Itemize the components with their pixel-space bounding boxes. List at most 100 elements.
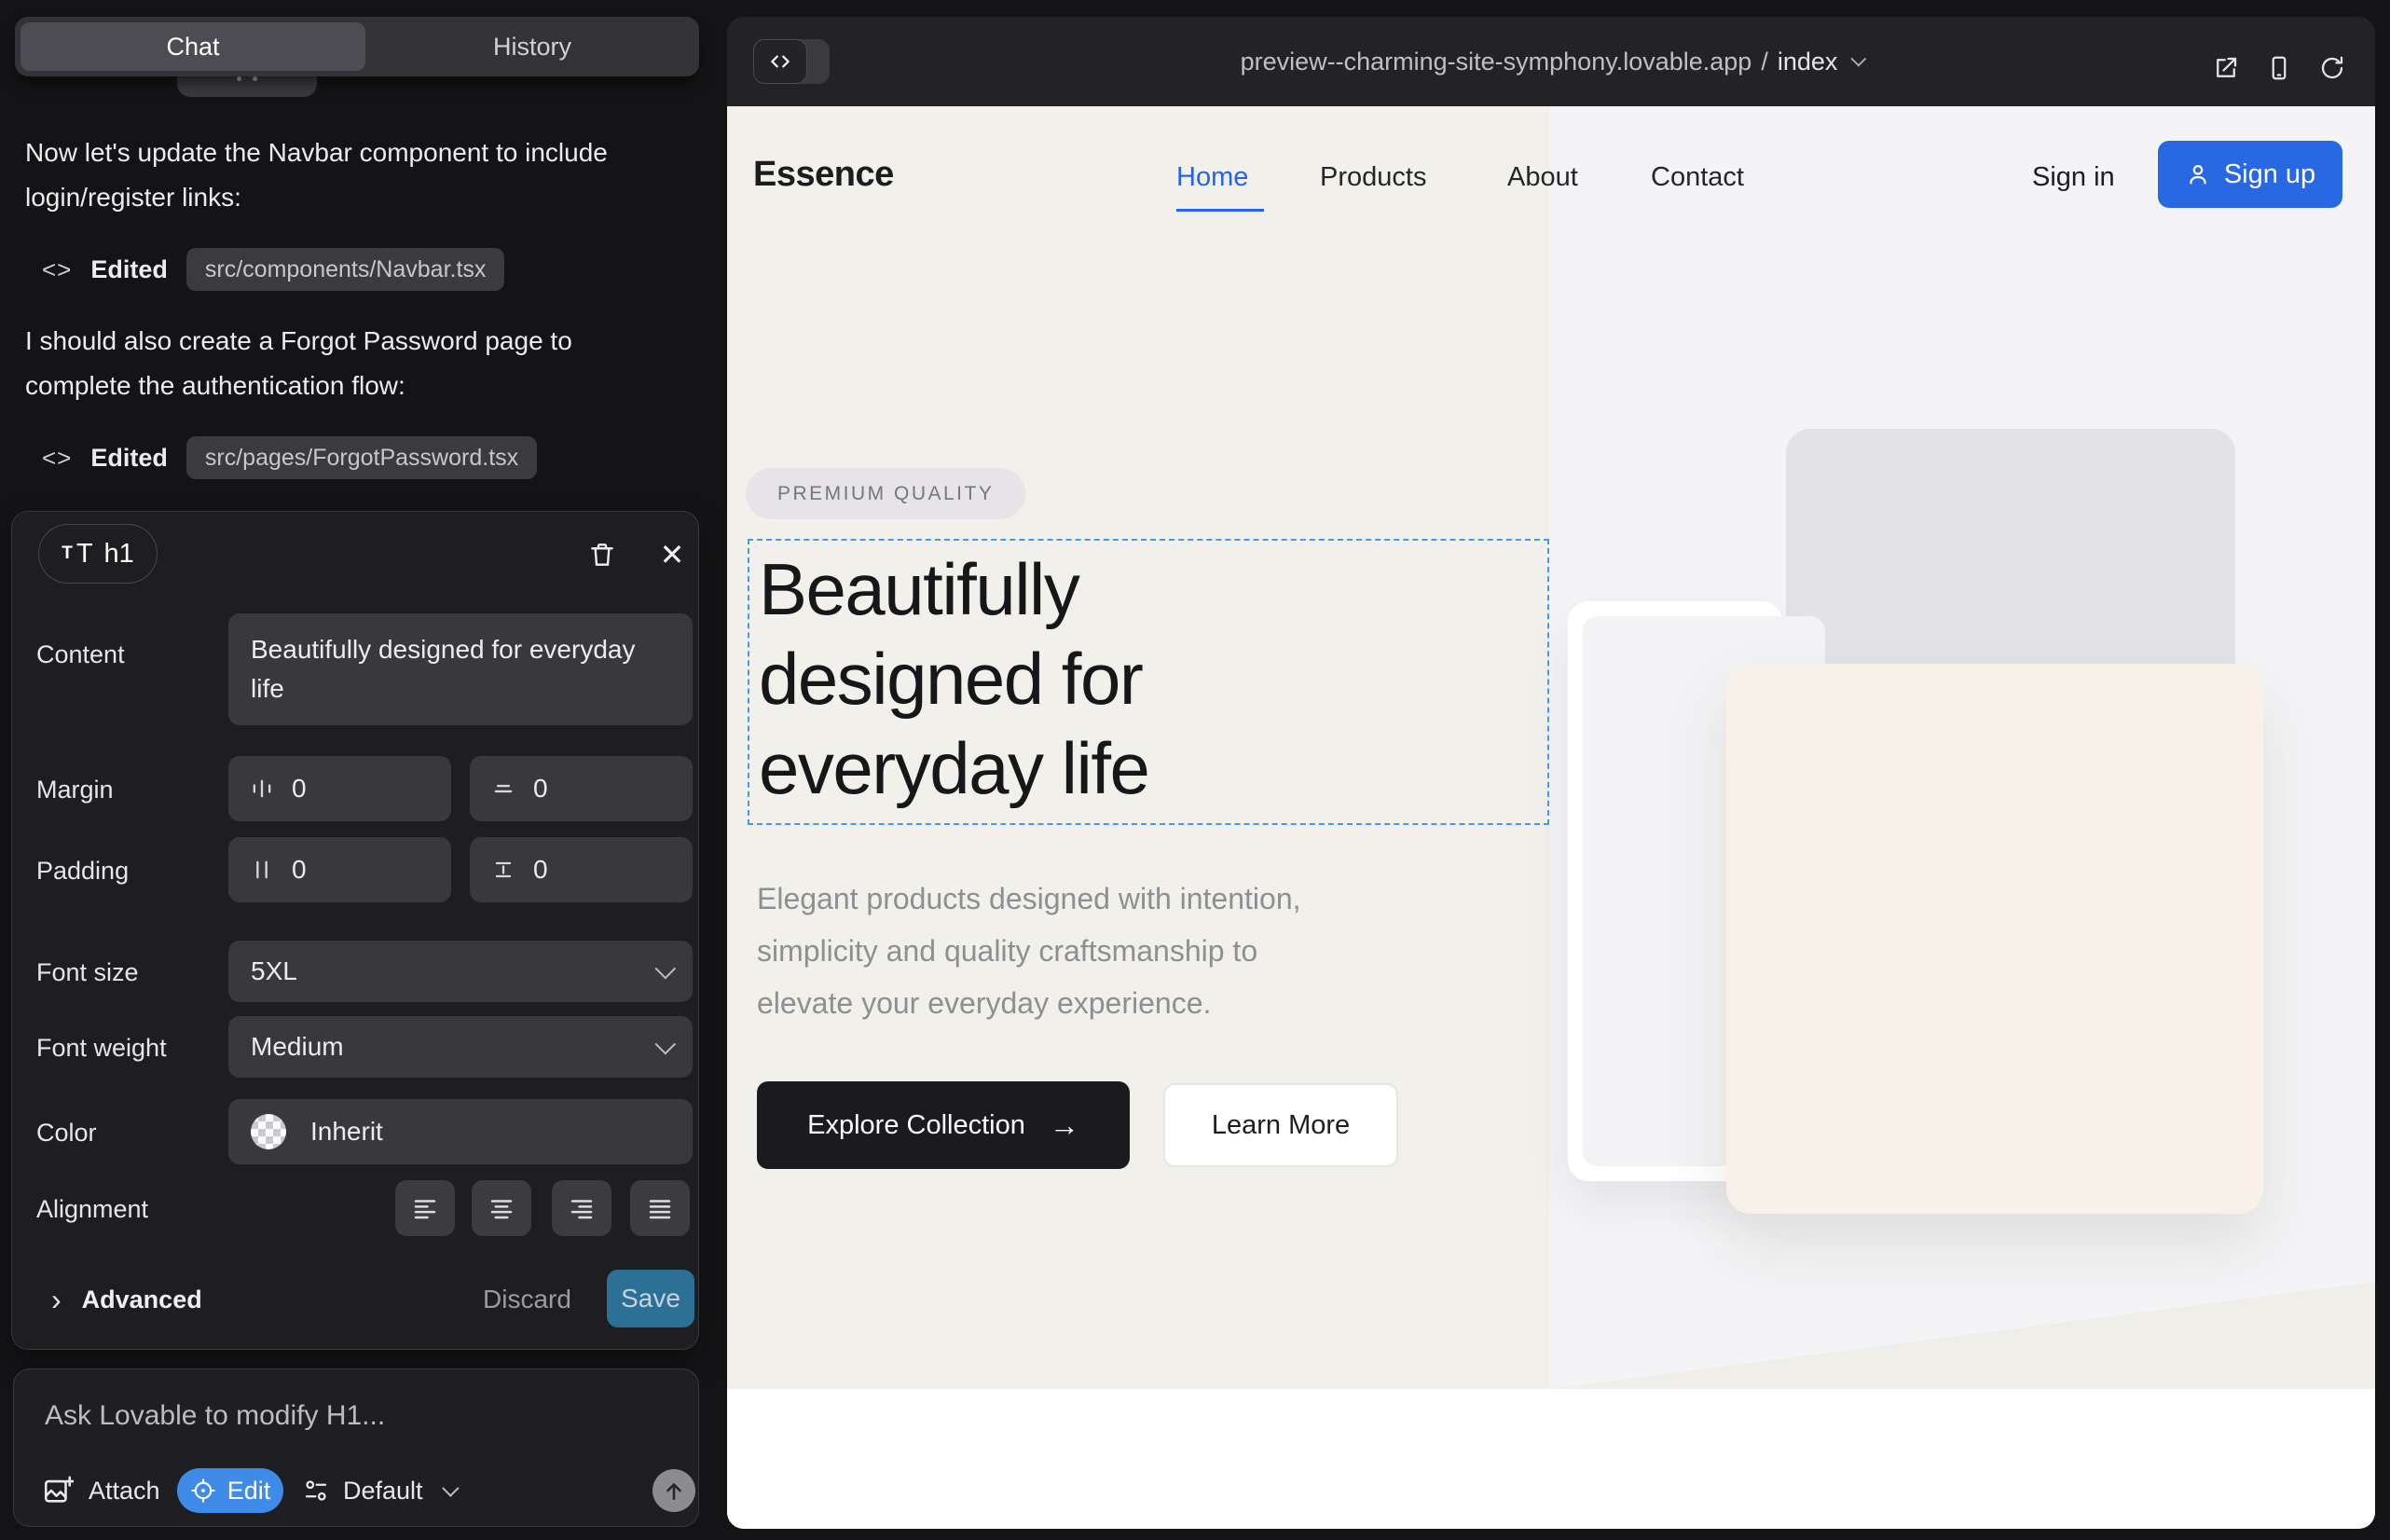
chevron-down-icon [655, 958, 677, 980]
sliders-icon [302, 1477, 330, 1505]
margin-y-value: 0 [533, 774, 548, 804]
attach-button[interactable]: Attach [42, 1466, 160, 1515]
content-label: Content [36, 640, 125, 669]
refresh-icon [2318, 54, 2346, 82]
edited-file-row: <> Edited src/components/Navbar.tsx [42, 248, 504, 291]
edit-label: Edit [227, 1477, 271, 1506]
edited-label: Edited [90, 255, 168, 284]
align-right-button[interactable] [552, 1180, 611, 1236]
sign-up-button[interactable]: Sign up [2158, 141, 2342, 208]
hero-headline[interactable]: Beautifully designed for everyday life [759, 544, 1148, 813]
open-in-new-tab-button[interactable] [2205, 48, 2246, 89]
alignment-label: Alignment [36, 1195, 148, 1224]
code-view-toggle[interactable] [753, 39, 830, 84]
padding-x-input[interactable]: 0 [228, 837, 451, 902]
margin-y-input[interactable]: 0 [470, 756, 693, 821]
mobile-preview-button[interactable] [2259, 48, 2300, 89]
description-line: elevate your everyday experience. [757, 977, 1301, 1029]
chat-message: I should also create a Forgot Password p… [25, 319, 648, 408]
align-justify-button[interactable] [630, 1180, 690, 1236]
default-label: Default [343, 1477, 423, 1506]
arrow-up-icon [662, 1478, 686, 1503]
refresh-button[interactable] [2312, 48, 2353, 89]
align-center-button[interactable] [472, 1180, 531, 1236]
learn-more-button[interactable]: Learn More [1163, 1083, 1398, 1167]
nav-link-contact[interactable]: Contact [1651, 162, 1744, 193]
font-weight-select[interactable]: Medium [228, 1016, 693, 1078]
nav-link-home[interactable]: Home [1176, 162, 1248, 193]
composer-input[interactable]: Ask Lovable to modify H1... [45, 1400, 385, 1432]
element-tag-badge[interactable]: T T h1 [38, 524, 158, 584]
advanced-label: Advanced [82, 1286, 202, 1314]
margin-x-input[interactable]: 0 [228, 756, 451, 821]
close-icon: ✕ [660, 537, 685, 572]
chat-composer: Ask Lovable to modify H1... Attach Edit [13, 1368, 699, 1527]
tab-chat[interactable]: Chat [21, 22, 365, 71]
chat-history-tabs: Chat History [15, 17, 699, 76]
scrolled-chip-partial [177, 75, 317, 97]
align-left-button[interactable] [395, 1180, 455, 1236]
content-input[interactable]: Beautifully designed for everyday life [228, 613, 693, 725]
smartphone-icon [2265, 54, 2293, 82]
padding-x-value: 0 [292, 855, 307, 885]
headline-line: Beautifully [759, 544, 1148, 634]
padding-y-input[interactable]: 0 [470, 837, 693, 902]
active-nav-underline [1176, 209, 1264, 212]
description-line: Elegant products designed with intention… [757, 873, 1301, 925]
trash-icon [587, 540, 617, 570]
align-justify-icon [646, 1194, 674, 1222]
url-page: index [1778, 48, 1838, 76]
advanced-toggle[interactable]: › Advanced [51, 1279, 202, 1320]
font-size-value: 5XL [251, 956, 297, 986]
discard-button[interactable]: Discard [483, 1279, 571, 1320]
attach-label: Attach [89, 1477, 160, 1506]
next-section [727, 1389, 2375, 1529]
margin-vertical-icon [490, 776, 516, 802]
typography-icon: T [76, 539, 93, 570]
code-icon: <> [42, 444, 72, 473]
nav-link-about[interactable]: About [1507, 162, 1578, 193]
headline-line: everyday life [759, 723, 1148, 813]
arrow-right-icon: → [1050, 1108, 1079, 1143]
align-center-icon [488, 1194, 515, 1222]
edited-file-row: <> Edited src/pages/ForgotPassword.tsx [42, 436, 537, 479]
file-chip[interactable]: src/pages/ForgotPassword.tsx [186, 436, 537, 479]
default-mode-dropdown[interactable]: Default [302, 1466, 454, 1515]
close-editor-button[interactable]: ✕ [652, 534, 693, 575]
save-button[interactable]: Save [607, 1270, 694, 1327]
code-icon: <> [42, 255, 72, 284]
element-tag: h1 [104, 539, 134, 570]
padding-horizontal-icon [249, 857, 275, 883]
content-value: Beautifully designed for everyday life [251, 630, 670, 708]
url-breadcrumb[interactable]: preview--charming-site-symphony.lovable.… [727, 17, 2375, 106]
chevron-down-icon [442, 1479, 459, 1496]
site-logo[interactable]: Essence [753, 155, 894, 195]
hero-description: Elegant products designed with intention… [757, 873, 1301, 1029]
send-button[interactable] [652, 1469, 695, 1512]
padding-vertical-icon [490, 857, 516, 883]
chevron-right-icon: › [51, 1285, 62, 1314]
file-chip[interactable]: src/components/Navbar.tsx [186, 248, 505, 291]
decorative-card-beige [1726, 664, 2263, 1214]
code-icon [753, 39, 807, 84]
font-size-select[interactable]: 5XL [228, 941, 693, 1002]
color-select[interactable]: Inherit [228, 1099, 693, 1164]
font-weight-value: Medium [251, 1032, 344, 1062]
explore-collection-button[interactable]: Explore Collection → [757, 1081, 1130, 1169]
nav-link-products[interactable]: Products [1320, 162, 1426, 193]
chat-message: Now let's update the Navbar component to… [25, 131, 648, 220]
element-editor-panel: T T h1 ✕ Content Beautifully designed fo… [11, 511, 699, 1350]
tab-history[interactable]: History [365, 17, 699, 76]
headline-line: designed for [759, 634, 1148, 723]
delete-element-button[interactable] [582, 534, 623, 575]
color-label: Color [36, 1119, 97, 1148]
sign-in-link[interactable]: Sign in [2032, 162, 2115, 193]
margin-x-value: 0 [292, 774, 307, 804]
site-viewport: Essence Home Products About Contact Sign… [727, 106, 2375, 1529]
preview-topbar: preview--charming-site-symphony.lovable.… [727, 17, 2375, 106]
edit-mode-button[interactable]: Edit [177, 1468, 283, 1513]
chevron-down-icon [655, 1034, 677, 1055]
cta-primary-label: Explore Collection [807, 1110, 1025, 1141]
image-plus-icon [42, 1475, 74, 1506]
user-icon [2185, 161, 2211, 187]
